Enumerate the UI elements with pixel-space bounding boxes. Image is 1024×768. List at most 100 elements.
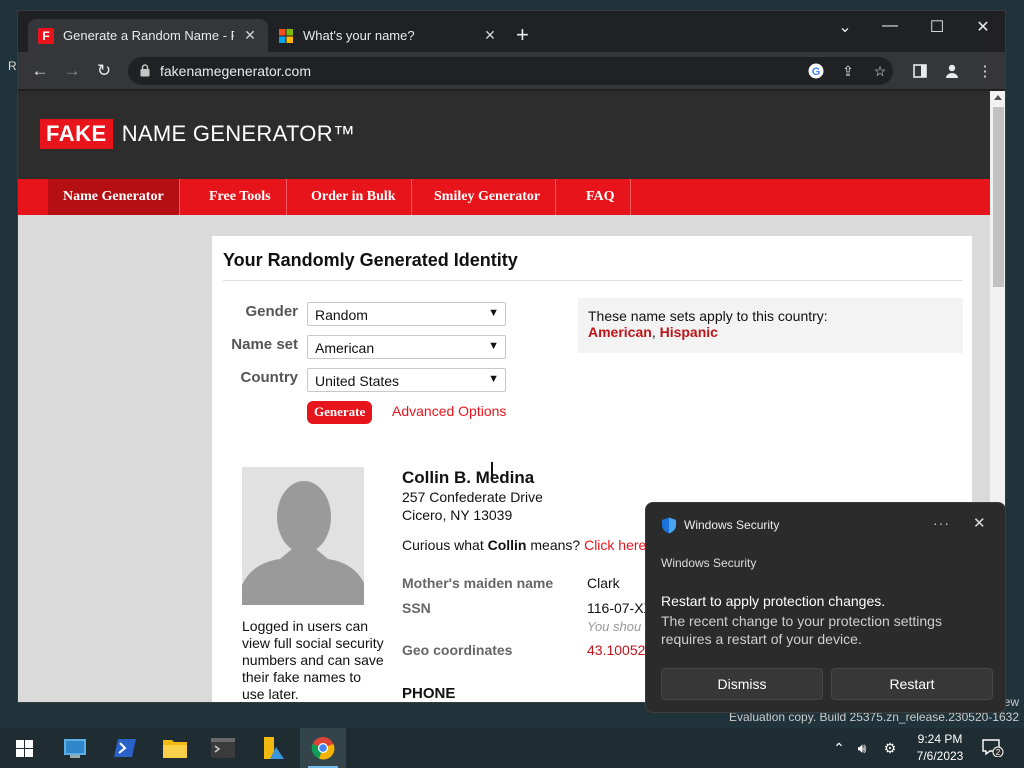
reload-icon[interactable]: ↻ [93,60,115,82]
tab-search-icon[interactable]: ⌄ [830,17,860,37]
site-nav: Name Generator Free Tools Order in Bulk … [18,179,990,215]
clock-time: 9:24 PM [917,732,963,746]
tab-whats-your-name[interactable]: What's your name? ✕ [268,19,508,52]
site-header: FAKE NAME GENERATOR™ [18,91,990,179]
notification-center-icon[interactable]: 2 [982,728,1004,768]
back-arrow-icon[interactable]: ← [29,60,51,82]
toast-body: The recent change to your protection set… [661,613,942,647]
control-panel-icon[interactable] [52,728,98,768]
windows-security-toast: Windows Security ··· ✕ Windows Security … [645,502,1006,713]
more-options-icon[interactable]: ··· [933,515,950,531]
nav-name-generator[interactable]: Name Generator [48,179,180,215]
microsoft-favicon-icon [278,28,294,44]
menu-kebab-icon[interactable]: ⋮ [975,61,995,81]
close-icon[interactable]: ✕ [973,514,986,532]
new-tab-button[interactable]: + [516,24,529,46]
geo-value[interactable]: 43.10052 [587,642,645,658]
speaker-icon[interactable]: 🔊︎ [852,728,872,768]
generate-button[interactable]: Generate [307,401,373,424]
share-icon[interactable]: ⇪ [839,62,857,80]
identity-name: Collin B. Medina [402,468,535,487]
lock-icon [140,64,150,82]
ssn-value: 116-07-XX [587,600,653,616]
settings-gear-icon[interactable]: ⚙ [880,728,900,768]
page-title: Your Randomly Generated Identity [223,250,518,270]
phone-section-heading: PHONE [402,685,456,702]
nav-free-tools[interactable]: Free Tools [194,179,287,215]
gender-select[interactable]: Random ▼ [307,302,506,326]
nav-smiley-generator[interactable]: Smiley Generator [419,179,557,215]
tab-fake-name-generator[interactable]: F Generate a Random Name - Fake ✕ [28,19,268,52]
chrome-icon[interactable] [300,728,346,768]
close-tab-icon[interactable]: ✕ [242,27,258,44]
url-text: fakenamegenerator.com [160,63,311,79]
photos-icon[interactable] [250,728,296,768]
country-box-text: These name sets apply to this country: [588,308,828,324]
notification-count: 2 [996,748,1001,757]
gender-select-value: Random [315,307,368,323]
site-logo[interactable]: FAKE NAME GENERATOR™ [40,119,355,149]
file-explorer-icon[interactable] [152,728,198,768]
scroll-up-arrow-icon[interactable] [994,95,1002,100]
nameset-label: Name set [231,336,298,353]
close-window-button[interactable]: ✕ [968,17,998,37]
chevron-down-icon: ▼ [488,373,499,385]
scrollbar-thumb[interactable] [993,107,1004,287]
maximize-button[interactable]: ☐ [922,17,952,37]
fakename-favicon-icon: F [38,27,54,44]
dismiss-button[interactable]: Dismiss [661,668,823,700]
side-panel-icon[interactable] [910,61,930,81]
restart-button[interactable]: Restart [831,668,993,700]
nameset-link-american[interactable]: American [588,324,652,340]
curious-post: means? [530,537,581,553]
clock-date: 7/6/2023 [916,749,964,763]
powershell-icon[interactable] [102,728,148,768]
address-line-2: Cicero, NY 13039 [402,507,513,523]
country-namesets-box: These name sets apply to this country: A… [578,298,963,353]
nav-faq[interactable]: FAQ [571,179,631,215]
nav-order-in-bulk[interactable]: Order in Bulk [296,179,412,215]
minimize-button[interactable]: — [875,17,905,35]
tab-title: What's your name? [303,28,415,43]
tab-title: Generate a Random Name - Fake [63,28,234,43]
chevron-down-icon: ▼ [488,307,499,319]
toast-app-name-secondary: Windows Security [661,556,757,570]
ssn-note: You shou [587,619,642,634]
country-select[interactable]: United States ▼ [307,368,506,392]
curious-pre: Curious what [402,537,484,553]
start-button[interactable] [1,728,47,768]
maiden-name-value: Clark [587,575,620,591]
gender-label: Gender [245,303,298,320]
toast-headline: Restart to apply protection changes. [661,593,886,609]
forward-arrow-icon[interactable]: → [61,60,83,82]
chevron-down-icon: ▼ [488,340,499,352]
logo-name-generator: NAME GENERATOR™ [121,121,356,146]
ssn-label: SSN [402,600,431,616]
tab-strip: F Generate a Random Name - Fake ✕ What's… [18,11,1005,52]
taskbar-clock[interactable]: 9:24 PM 7/6/2023 [910,731,970,765]
profile-icon[interactable] [942,61,962,81]
advanced-options-link[interactable]: Advanced Options [392,403,506,419]
shield-icon [661,517,677,539]
logo-fake: FAKE [40,119,113,149]
login-note: Logged in users can view full social sec… [242,618,384,702]
close-tab-icon[interactable]: ✕ [482,27,498,44]
address-bar[interactable]: fakenamegenerator.com G ⇪ ☆ [128,57,893,85]
curious-name: Collin [487,537,527,553]
bookmark-star-icon[interactable]: ☆ [871,62,889,80]
nameset-select-value: American [315,340,375,356]
toast-app-name: Windows Security [684,518,780,532]
nameset-select[interactable]: American ▼ [307,335,506,359]
avatar-silhouette [242,467,364,605]
name-meaning-line: Curious what Collin means? Click here [402,537,646,553]
google-icon[interactable]: G [807,62,825,80]
nameset-link-hispanic[interactable]: Hispanic [660,324,718,340]
country-label: Country [240,369,299,386]
maiden-name-label: Mother's maiden name [402,575,554,591]
terminal-icon[interactable] [200,728,246,768]
country-select-value: United States [315,373,400,389]
click-here-link[interactable]: Click here [584,537,646,553]
chevron-up-icon[interactable]: ⌃ [830,728,848,768]
svg-text:G: G [812,66,821,78]
browser-toolbar: ← → ↻ fakenamegenerator.com G ⇪ ☆ ⋮ [18,52,1005,90]
